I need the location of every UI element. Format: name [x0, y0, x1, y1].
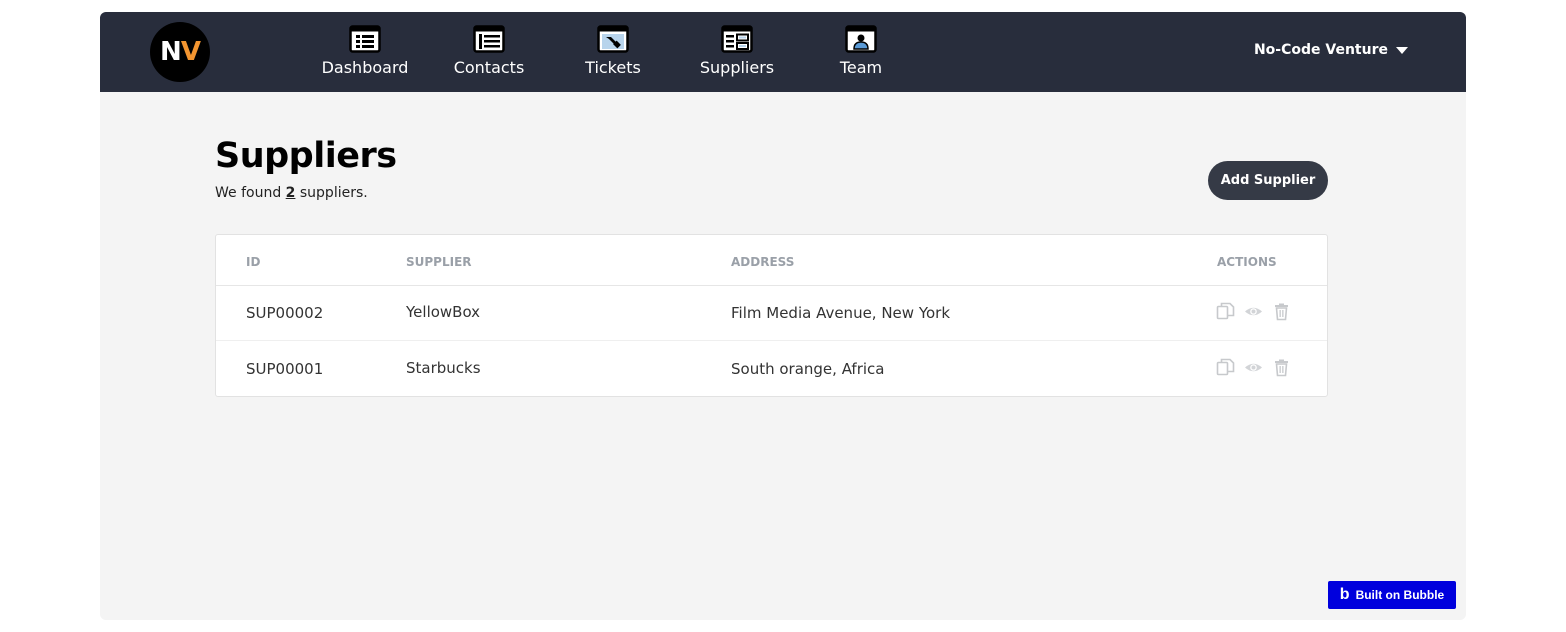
contacts-icon [472, 24, 506, 54]
suppliers-table: ID SUPPLIER ADDRESS ACTIONS SUP00002 Yel… [215, 234, 1328, 397]
built-on-bubble-badge[interactable]: b Built on Bubble [1328, 581, 1456, 609]
nav-item-suppliers[interactable]: Suppliers [675, 24, 799, 88]
row-actions [1216, 302, 1291, 321]
cell-address: South orange, Africa [731, 360, 885, 378]
results-summary: We found 2 suppliers. [215, 185, 368, 201]
copy-icon[interactable] [1216, 358, 1235, 377]
table-header: ID SUPPLIER ADDRESS ACTIONS [216, 235, 1327, 286]
column-header-address[interactable]: ADDRESS [731, 255, 794, 269]
tickets-icon [596, 24, 630, 54]
column-header-actions: ACTIONS [1217, 255, 1277, 269]
row-actions [1216, 358, 1291, 377]
nav-label: Team [839, 58, 883, 77]
cell-id: SUP00002 [246, 304, 324, 322]
column-header-supplier[interactable]: SUPPLIER [406, 255, 472, 269]
nav-label: Suppliers [699, 58, 775, 77]
bubble-logo-icon: b [1339, 586, 1350, 603]
cell-id: SUP00001 [246, 360, 324, 378]
badge-label: Built on Bubble [1355, 588, 1445, 602]
view-icon[interactable] [1244, 358, 1263, 377]
page-title: Suppliers [215, 136, 397, 176]
chevron-down-icon [1396, 46, 1408, 54]
nav-item-tickets[interactable]: Tickets [551, 24, 675, 88]
table-row[interactable]: SUP00002 YellowBox Film Media Avenue, Ne… [216, 285, 1327, 341]
column-header-id[interactable]: ID [246, 255, 260, 269]
results-count: 2 [285, 185, 296, 201]
account-name: No-Code Venture [1253, 42, 1388, 58]
logo-letter-v: V [180, 37, 201, 67]
nav-item-dashboard[interactable]: Dashboard [303, 24, 427, 88]
nav-item-contacts[interactable]: Contacts [427, 24, 551, 88]
logo-letter-n: N [160, 37, 182, 67]
app-container: NV Dashboard Contacts Tickets Suppliers … [100, 12, 1466, 620]
nav-label: Contacts [453, 58, 525, 77]
dashboard-icon [348, 24, 382, 54]
logo[interactable]: NV [150, 22, 210, 82]
results-suffix: suppliers. [295, 185, 368, 201]
suppliers-icon [720, 24, 754, 54]
nav-item-team[interactable]: Team [799, 24, 923, 88]
view-icon[interactable] [1244, 302, 1263, 321]
delete-icon[interactable] [1272, 358, 1291, 377]
nav-label: Tickets [585, 58, 641, 77]
team-icon [844, 24, 878, 54]
account-dropdown[interactable]: No-Code Venture [1254, 42, 1408, 58]
table-row[interactable]: SUP00001 Starbucks South orange, Africa [216, 341, 1327, 396]
add-supplier-button[interactable]: Add Supplier [1208, 161, 1328, 200]
cell-supplier: Starbucks [406, 359, 481, 377]
results-prefix: We found [215, 185, 286, 201]
cell-supplier: YellowBox [406, 303, 481, 321]
delete-icon[interactable] [1272, 302, 1291, 321]
copy-icon[interactable] [1216, 302, 1235, 321]
nav-label: Dashboard [321, 58, 409, 77]
top-navbar: NV Dashboard Contacts Tickets Suppliers … [100, 12, 1466, 92]
cell-address: Film Media Avenue, New York [731, 304, 951, 322]
